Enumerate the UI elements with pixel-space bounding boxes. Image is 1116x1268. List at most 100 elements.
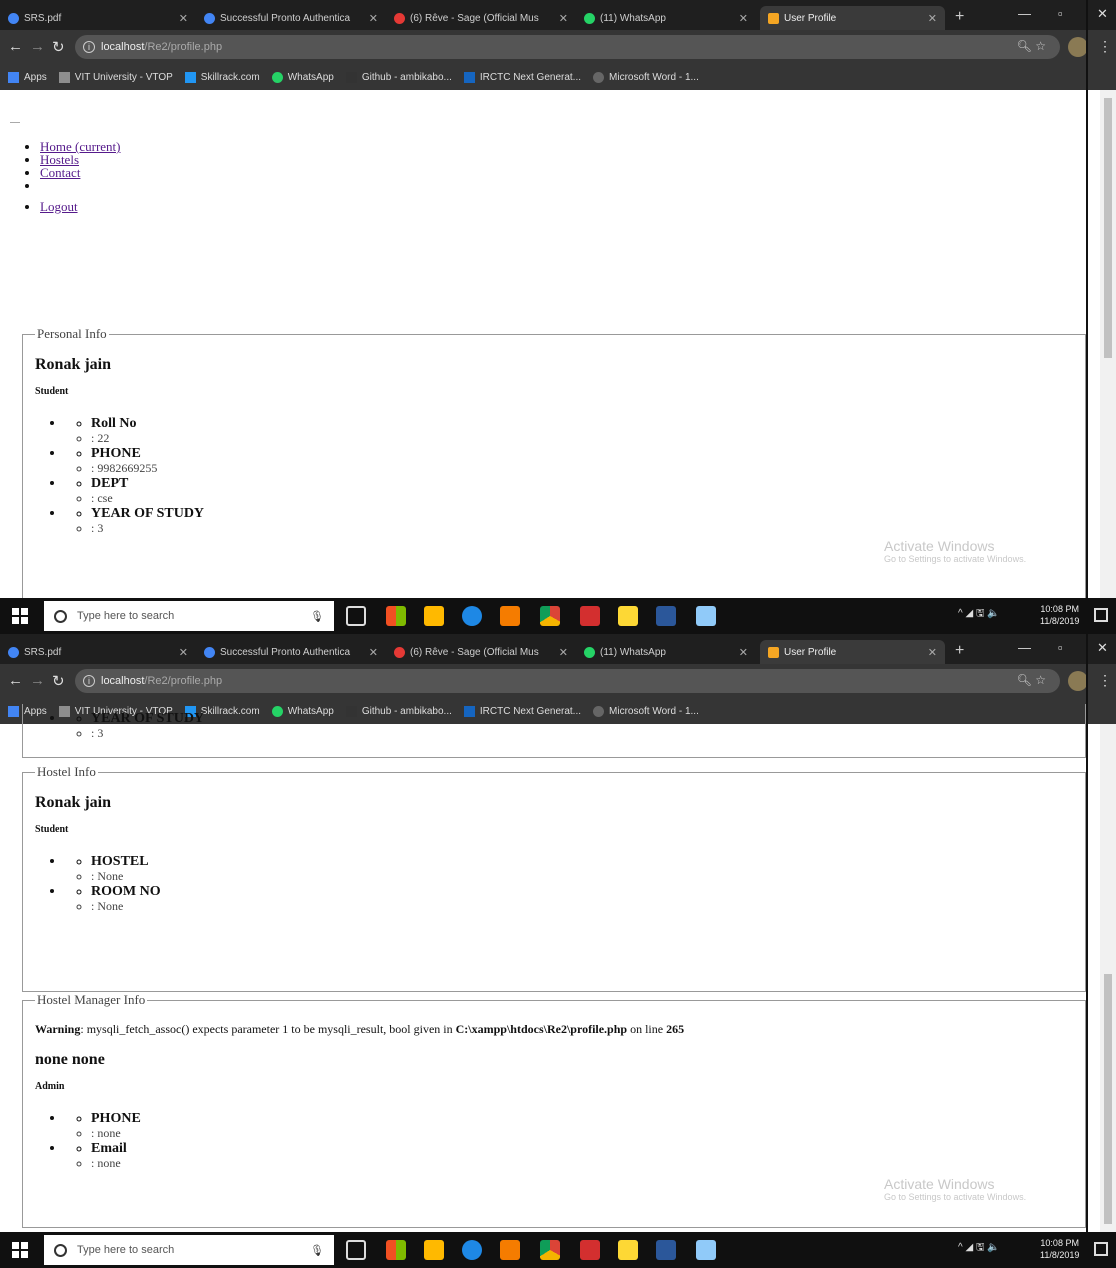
bookmark-word[interactable]: Microsoft Word - 1... <box>593 71 699 83</box>
minimize-icon[interactable]: — <box>1018 6 1031 21</box>
browser-tab-5[interactable]: User Profile ✕ <box>760 6 945 30</box>
nav-toggle[interactable] <box>10 122 20 123</box>
edge-icon[interactable] <box>462 606 482 626</box>
tab-label: User Profile <box>784 646 837 658</box>
tab-favicon <box>8 12 19 24</box>
app-icon[interactable] <box>696 606 716 626</box>
close-tab-icon[interactable]: ✕ <box>363 646 378 659</box>
chrome-taskbar-icon[interactable] <box>540 606 560 626</box>
reload-icon[interactable]: ↻ <box>52 38 65 56</box>
zoom-icon[interactable]: 🔍︎ ☆ <box>1017 39 1046 53</box>
acrobat-icon[interactable] <box>580 1240 600 1260</box>
back-icon[interactable]: ← <box>8 672 23 689</box>
taskbar-clock[interactable]: 10:08 PM 11/8/2019 <box>1040 1237 1079 1261</box>
back-icon[interactable]: ← <box>8 38 23 55</box>
forward-icon[interactable]: → <box>30 672 45 689</box>
url-host: localhost <box>101 41 145 53</box>
mail-icon[interactable] <box>346 606 366 626</box>
close-tab-icon[interactable]: ✕ <box>922 646 937 659</box>
scroll-thumb[interactable] <box>1104 974 1112 1224</box>
close-tab-icon[interactable]: ✕ <box>922 12 937 25</box>
minimize-icon[interactable]: — <box>1018 640 1031 655</box>
store-icon[interactable] <box>386 606 406 626</box>
reload-icon[interactable]: ↻ <box>52 672 65 690</box>
browser-tab-4[interactable]: (11) WhatsApp ✕ <box>576 640 756 664</box>
profile-avatar[interactable] <box>1068 671 1088 691</box>
close-tab-icon[interactable]: ✕ <box>173 12 188 25</box>
close-tab-icon[interactable]: ✕ <box>733 646 748 659</box>
info-icon[interactable]: i <box>83 675 95 687</box>
close-tab-icon[interactable]: ✕ <box>553 646 568 659</box>
browser-tab-1[interactable]: SRS.pdf ✕ <box>0 6 196 30</box>
close-tab-icon[interactable]: ✕ <box>173 646 188 659</box>
close-window-icon[interactable]: ✕ <box>1097 6 1108 22</box>
windows-start-icon[interactable] <box>12 1242 28 1258</box>
info-icon[interactable]: i <box>83 41 95 53</box>
bookmark-whatsapp[interactable]: WhatsApp <box>271 71 334 83</box>
microphone-icon[interactable]: 🎙︎ <box>310 1244 324 1257</box>
edge-icon[interactable] <box>462 1240 482 1260</box>
browser-tab-2[interactable]: Successful Pronto Authentica ✕ <box>196 6 386 30</box>
app-icon[interactable] <box>696 1240 716 1260</box>
xampp-icon[interactable] <box>500 1240 520 1260</box>
store-icon[interactable] <box>386 1240 406 1260</box>
browser-tab-2[interactable]: Successful Pronto Authentica ✕ <box>196 640 386 664</box>
mail-icon[interactable] <box>346 1240 366 1260</box>
bookmark-skillrack[interactable]: Skillrack.com <box>184 71 260 83</box>
windows-start-icon[interactable] <box>12 608 28 624</box>
taskbar-search[interactable]: Type here to search 🎙︎ <box>44 1235 334 1265</box>
address-bar[interactable]: i localhost/Re2/profile.php 🔍︎ ☆ <box>75 35 1060 59</box>
whatsapp-icon <box>271 71 283 83</box>
xampp-icon[interactable] <box>500 606 520 626</box>
file-explorer-icon[interactable] <box>618 1240 638 1260</box>
close-tab-icon[interactable]: ✕ <box>733 12 748 25</box>
bookmark-irctc[interactable]: IRCTC Next Generat... <box>463 71 581 83</box>
taskbar-clock[interactable]: 10:08 PM 11/8/2019 <box>1040 603 1079 627</box>
browser-tab-4[interactable]: (11) WhatsApp ✕ <box>576 6 756 30</box>
chrome-taskbar-icon[interactable] <box>540 1240 560 1260</box>
shopping-bag-icon[interactable] <box>424 606 444 626</box>
file-explorer-icon[interactable] <box>618 606 638 626</box>
menu-icon[interactable]: ⋮ <box>1098 38 1112 55</box>
close-window-icon[interactable]: ✕ <box>1097 640 1108 656</box>
bookmark-apps[interactable]: Apps <box>8 71 47 83</box>
zoom-icon[interactable]: 🔍︎ ☆ <box>1017 673 1046 687</box>
microphone-icon[interactable]: 🎙︎ <box>310 610 324 623</box>
bookmark-vtop[interactable]: VIT University - VTOP <box>58 71 173 83</box>
browser-tab-3[interactable]: (6) Rêve - Sage (Official Mus ✕ <box>386 640 576 664</box>
field-value: : 22 <box>91 431 1073 445</box>
tab-label: (11) WhatsApp <box>600 646 666 658</box>
warning-path: C:\xampp\htdocs\Re2\profile.php <box>455 1022 628 1036</box>
notification-icon[interactable] <box>1094 608 1108 622</box>
tab-favicon <box>584 12 595 24</box>
word-icon[interactable] <box>656 1240 676 1260</box>
notification-icon[interactable] <box>1094 1242 1108 1256</box>
new-tab-icon[interactable]: + <box>955 642 964 660</box>
nav-item-empty <box>40 179 121 192</box>
browser-tab-5[interactable]: User Profile ✕ <box>760 640 945 664</box>
system-tray[interactable]: ^ ◢ 🖫 🔈 <box>958 1240 1000 1257</box>
close-tab-icon[interactable]: ✕ <box>553 12 568 25</box>
restore-icon[interactable]: ▫ <box>1058 640 1063 655</box>
new-tab-icon[interactable]: + <box>955 8 964 26</box>
scrollbar[interactable] <box>1100 90 1116 598</box>
system-tray[interactable]: ^ ◢ 🖫 🔈 <box>958 606 1000 623</box>
forward-icon[interactable]: → <box>30 38 45 55</box>
address-bar[interactable]: i localhost/Re2/profile.php 🔍︎ ☆ <box>75 669 1060 693</box>
browser-tab-3[interactable]: (6) Rêve - Sage (Official Mus ✕ <box>386 6 576 30</box>
acrobat-icon[interactable] <box>580 606 600 626</box>
nav-link-logout[interactable]: Logout <box>40 199 78 214</box>
close-tab-icon[interactable]: ✕ <box>363 12 378 25</box>
nav-link-contact[interactable]: Contact <box>40 165 80 180</box>
profile-avatar[interactable] <box>1068 37 1088 57</box>
url-path: /Re2/profile.php <box>144 675 223 687</box>
scrollbar[interactable] <box>1100 724 1116 1232</box>
browser-tab-1[interactable]: SRS.pdf ✕ <box>0 640 196 664</box>
scroll-thumb[interactable] <box>1104 98 1112 358</box>
bookmark-github[interactable]: Github - ambikabo... <box>345 71 452 83</box>
menu-icon[interactable]: ⋮ <box>1098 672 1112 689</box>
restore-icon[interactable]: ▫ <box>1058 6 1063 21</box>
shopping-bag-icon[interactable] <box>424 1240 444 1260</box>
word-icon[interactable] <box>656 606 676 626</box>
taskbar-search[interactable]: Type here to search 🎙︎ <box>44 601 334 631</box>
